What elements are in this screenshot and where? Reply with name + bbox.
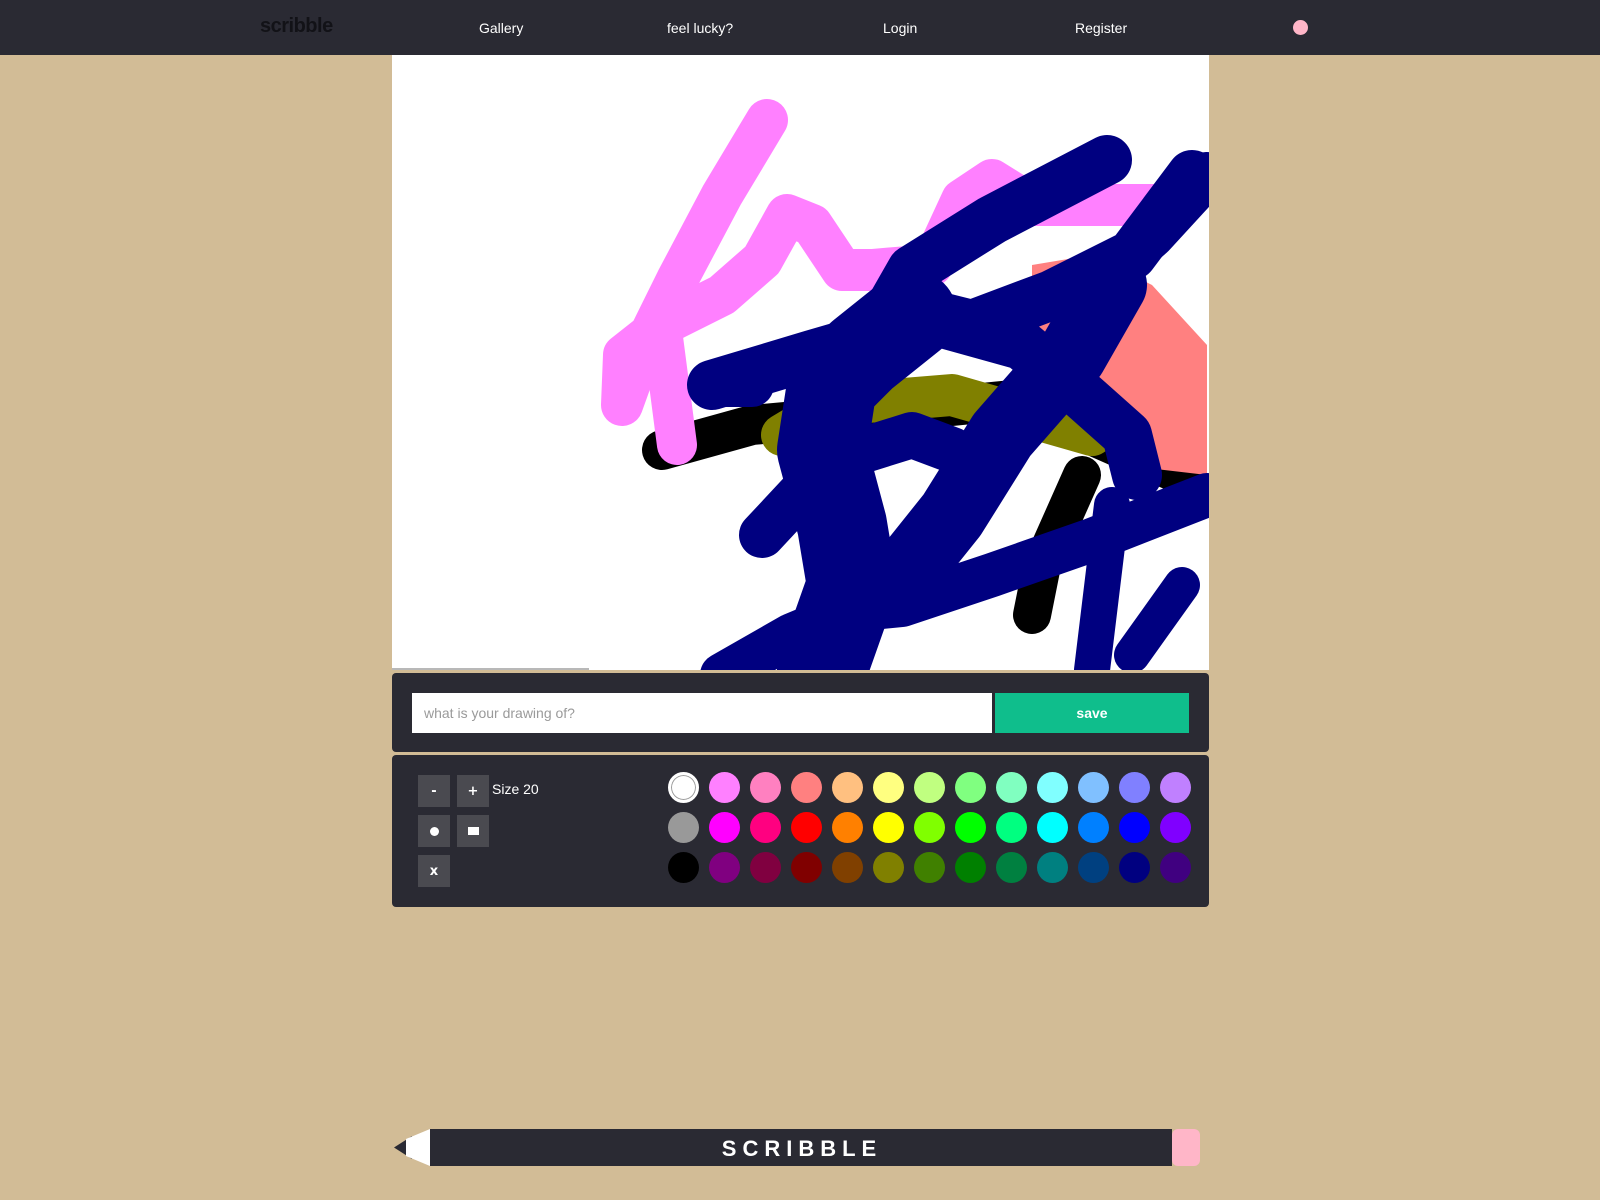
footer-pencil-logo: SCRIBBLE — [394, 1129, 1200, 1166]
navy-stroke-8 — [1074, 487, 1130, 670]
brush-size-label: Size 20 — [492, 781, 539, 797]
color-swatch[interactable] — [668, 772, 699, 803]
increase-size-button[interactable]: + — [457, 775, 489, 807]
color-swatch[interactable] — [709, 812, 740, 843]
square-brush-button[interactable] — [457, 815, 489, 847]
drawing-canvas[interactable] — [392, 55, 1209, 670]
color-swatch[interactable] — [832, 812, 863, 843]
color-swatch[interactable] — [1160, 852, 1191, 883]
color-swatch[interactable] — [914, 772, 945, 803]
color-swatch[interactable] — [791, 772, 822, 803]
color-swatch[interactable] — [873, 812, 904, 843]
nav-register-link[interactable]: Register — [1075, 20, 1127, 36]
pink-stroke-2 — [642, 310, 697, 465]
color-swatch[interactable] — [1119, 852, 1150, 883]
color-swatch[interactable] — [914, 812, 945, 843]
color-swatch[interactable] — [1078, 852, 1109, 883]
color-swatch[interactable] — [1160, 812, 1191, 843]
color-swatch[interactable] — [996, 852, 1027, 883]
color-swatch[interactable] — [709, 852, 740, 883]
drawing-strokes[interactable] — [392, 55, 1209, 670]
footer-logo-text: SCRIBBLE — [722, 1136, 882, 1161]
color-swatch[interactable] — [668, 812, 699, 843]
decrease-size-button[interactable]: - — [418, 775, 450, 807]
save-button[interactable]: save — [995, 693, 1189, 733]
color-swatch[interactable] — [832, 852, 863, 883]
color-swatch[interactable] — [996, 812, 1027, 843]
color-swatch[interactable] — [1078, 812, 1109, 843]
color-swatch[interactable] — [791, 852, 822, 883]
canvas-progress-line — [392, 668, 589, 670]
navy-stroke-9 — [1114, 567, 1200, 670]
color-swatch[interactable] — [832, 772, 863, 803]
nav-login-link[interactable]: Login — [883, 20, 917, 36]
color-swatch[interactable] — [955, 772, 986, 803]
round-brush-button[interactable] — [418, 815, 450, 847]
color-swatch[interactable] — [1037, 852, 1068, 883]
color-swatch[interactable] — [873, 772, 904, 803]
color-swatch[interactable] — [750, 852, 781, 883]
color-swatch[interactable] — [1037, 772, 1068, 803]
color-swatch[interactable] — [873, 852, 904, 883]
save-bar: save — [392, 673, 1209, 752]
color-swatch[interactable] — [955, 812, 986, 843]
nav-gallery-link[interactable]: Gallery — [479, 20, 523, 36]
color-swatch[interactable] — [750, 772, 781, 803]
pencil-eraser — [1172, 1129, 1200, 1166]
pencil-wood — [406, 1129, 430, 1166]
color-swatch[interactable] — [996, 772, 1027, 803]
color-swatch[interactable] — [668, 852, 699, 883]
color-swatch[interactable] — [955, 852, 986, 883]
tools-panel: - + Size 20 x — [392, 755, 1209, 907]
clear-canvas-button[interactable]: x — [418, 855, 450, 887]
color-swatch[interactable] — [914, 852, 945, 883]
brand-logo[interactable]: scribble — [260, 15, 333, 38]
top-nav: scribble Gallery feel lucky? Login Regis… — [0, 0, 1600, 55]
color-swatch[interactable] — [1119, 812, 1150, 843]
color-swatch[interactable] — [750, 812, 781, 843]
color-swatch[interactable] — [1078, 772, 1109, 803]
drawing-title-input[interactable] — [412, 693, 992, 733]
color-swatch[interactable] — [709, 772, 740, 803]
color-swatch[interactable] — [1119, 772, 1150, 803]
round-brush-icon — [429, 826, 439, 836]
nav-feel-lucky-link[interactable]: feel lucky? — [667, 20, 733, 36]
square-brush-icon — [467, 827, 479, 835]
color-swatch[interactable] — [1037, 812, 1068, 843]
color-swatch[interactable] — [791, 812, 822, 843]
current-color-dot — [1293, 20, 1308, 35]
color-swatch[interactable] — [1160, 772, 1191, 803]
